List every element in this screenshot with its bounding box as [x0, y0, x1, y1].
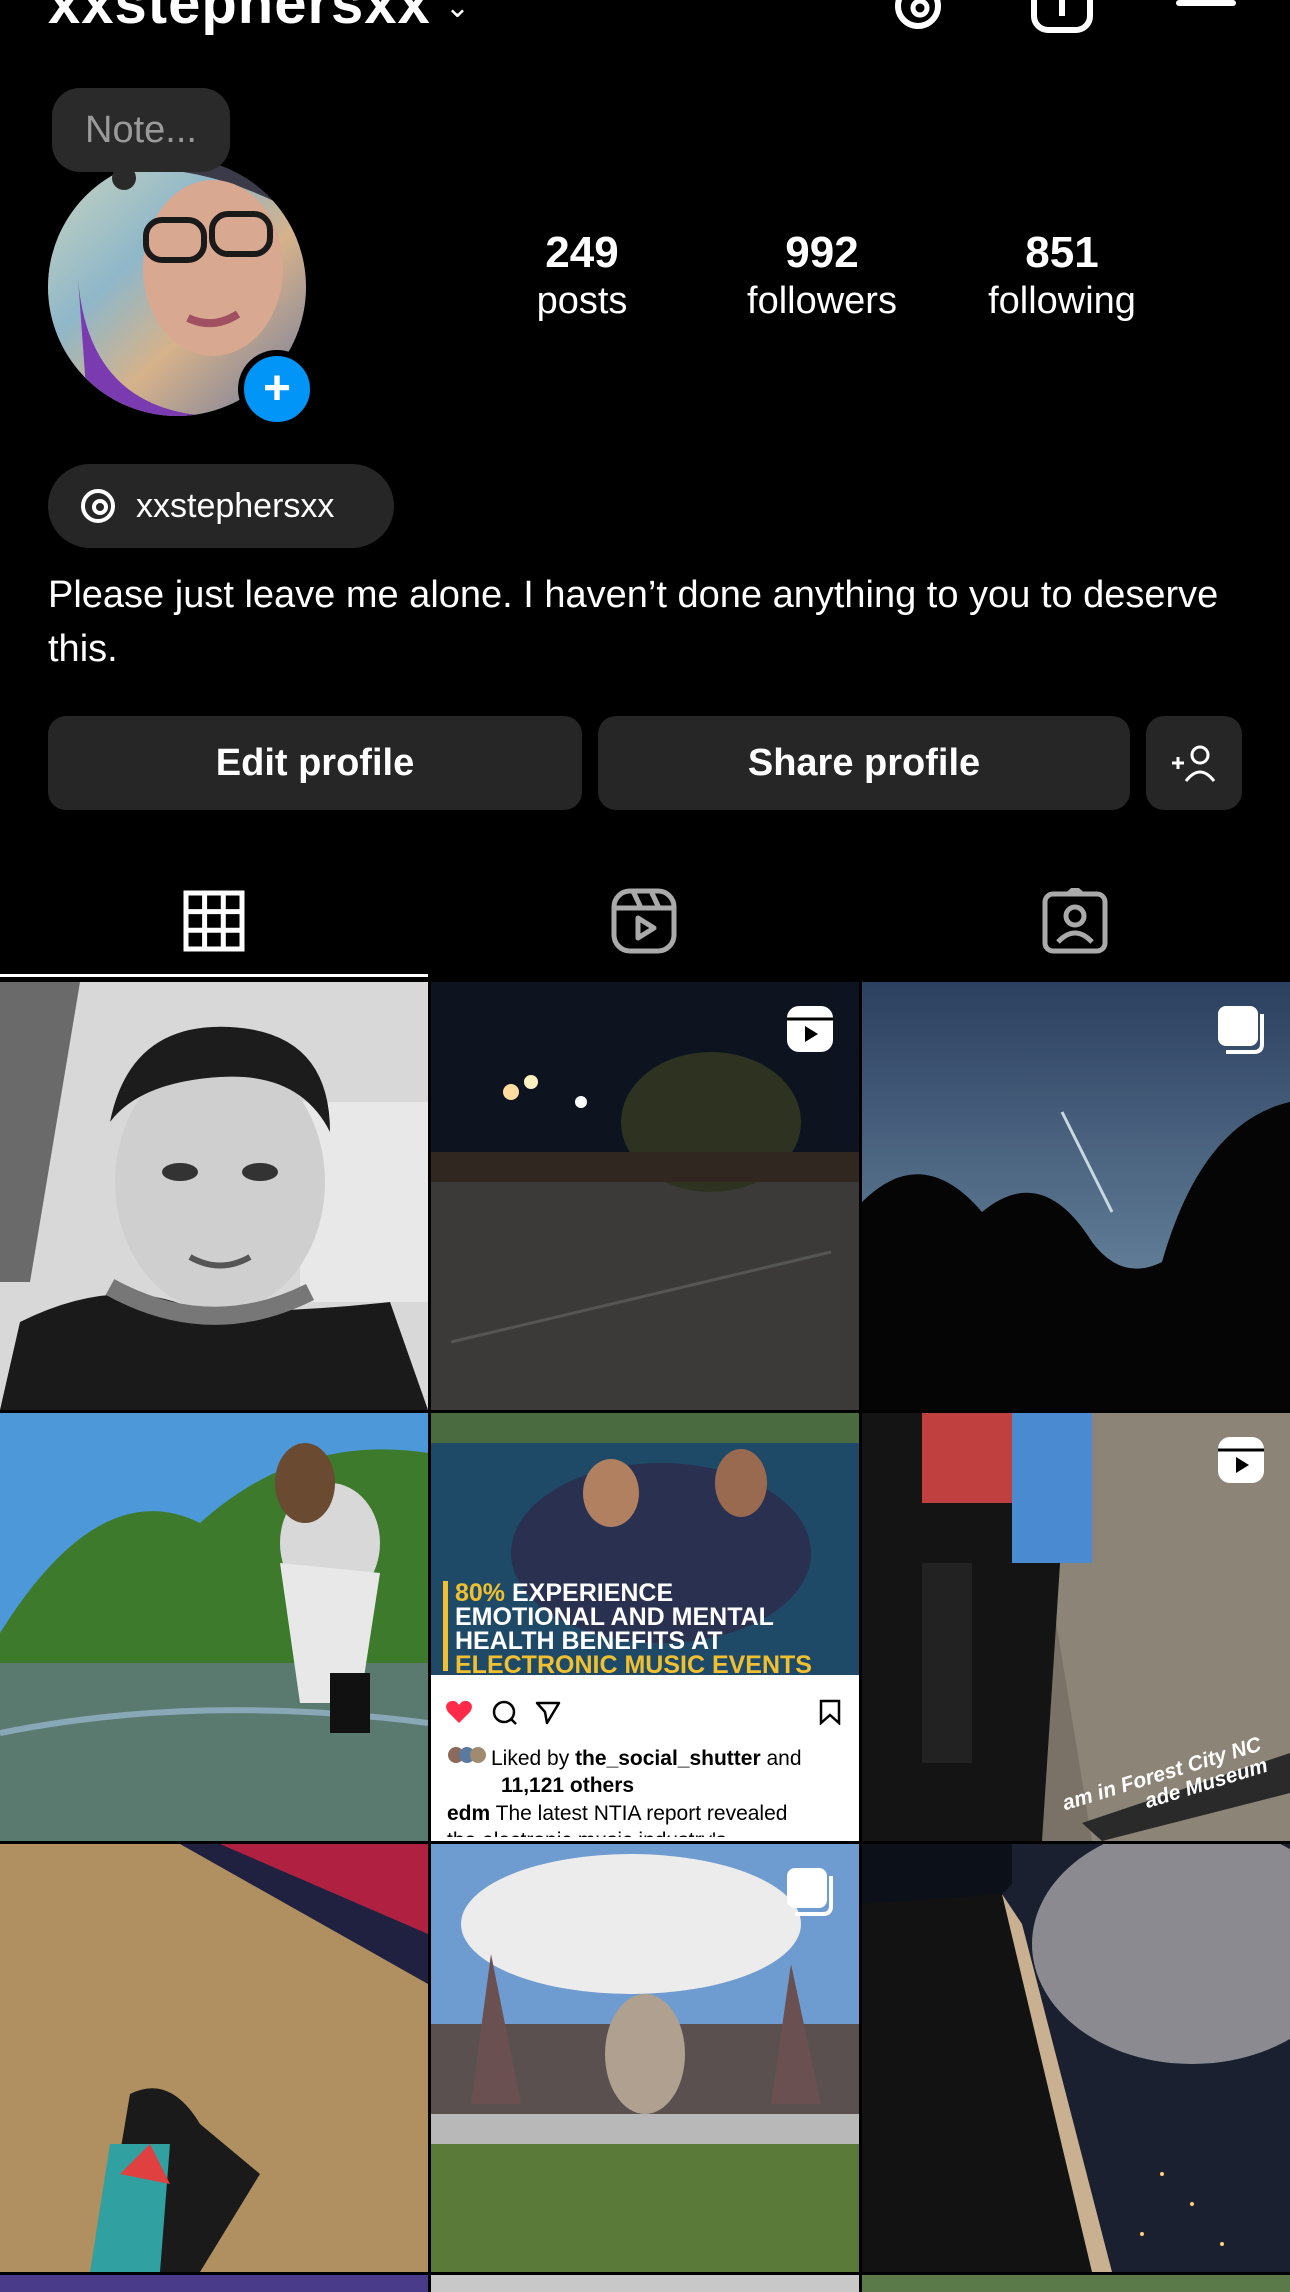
reels-icon — [611, 888, 677, 959]
grid-post-5-edm[interactable]: 80% EXPERIENCE EMOTIONAL AND MENTAL HEAL… — [431, 1413, 859, 1841]
add-story-button[interactable]: + — [238, 350, 316, 428]
active-tab-indicator — [0, 974, 428, 977]
stat-followers[interactable]: 992 followers — [712, 228, 932, 324]
share-icon — [535, 1699, 561, 1730]
stat-posts[interactable]: 249 posts — [472, 228, 692, 324]
likes-count: 11,121 others — [501, 1774, 635, 1797]
liked-by-user: the_social_shutter — [575, 1747, 761, 1770]
grid-post-3[interactable] — [862, 982, 1290, 1410]
liked-by-prefix: Liked by — [491, 1747, 576, 1770]
threads-icon[interactable] — [888, 0, 948, 40]
stat-value: 851 — [1025, 228, 1099, 277]
share-profile-label: Share profile — [747, 741, 981, 784]
carousel-icon — [785, 1866, 835, 1921]
username-title[interactable]: xxstephersxx ⌄ — [48, 0, 471, 37]
menu-icon[interactable] — [1176, 0, 1236, 40]
heart-icon — [445, 1699, 473, 1730]
note-placeholder: Note... — [85, 108, 197, 151]
stat-label: followers — [747, 279, 897, 322]
grid-post-10[interactable] — [0, 2275, 428, 2292]
add-person-icon — [1170, 743, 1218, 783]
bio-text: Please just leave me alone. I haven’t do… — [48, 574, 1219, 670]
liked-by-suffix: and — [760, 1747, 802, 1770]
tab-reels[interactable] — [430, 868, 858, 978]
stat-label: following — [988, 279, 1136, 322]
chevron-down-icon[interactable]: ⌄ — [445, 0, 471, 24]
reel-icon — [785, 1004, 835, 1059]
liker-avatars — [447, 1745, 491, 1772]
headline-line: EMOTIONAL AND MENTAL — [455, 1603, 774, 1631]
caption-text-cut: the electronic music industry's — [447, 1827, 847, 1837]
grid-post-8[interactable] — [431, 1844, 859, 2272]
caption-text: The latest NTIA report revealed — [490, 1802, 788, 1825]
username-text: xxstephersxx — [48, 0, 431, 36]
threads-handle: xxstephersxx — [136, 486, 335, 525]
caption-user: edm — [447, 1802, 491, 1825]
tab-grid[interactable] — [0, 868, 428, 978]
post-thumbnail — [862, 1844, 1290, 2272]
grid-post-9[interactable] — [862, 1844, 1290, 2272]
grid-post-12[interactable] — [862, 2275, 1290, 2292]
grid-post-11[interactable] — [431, 2275, 859, 2292]
headline-line: ELECTRONIC MUSIC EVENTS — [455, 1651, 812, 1679]
edm-likes: Liked by the_social_shutter and 11,121 o… — [447, 1745, 847, 1837]
create-post-icon[interactable] — [1030, 0, 1093, 40]
post-thumbnail — [0, 1844, 428, 2272]
grid-post-7[interactable] — [0, 1844, 428, 2272]
grid-post-4[interactable] — [0, 1413, 428, 1841]
comment-icon — [491, 1699, 517, 1730]
post-thumbnail — [0, 1413, 428, 1841]
share-profile-button[interactable]: Share profile — [598, 716, 1130, 810]
tagged-icon — [1042, 884, 1108, 959]
carousel-icon — [1216, 1004, 1266, 1059]
note-bubble[interactable]: Note... — [52, 88, 230, 190]
bookmark-icon — [819, 1699, 841, 1730]
edit-profile-label: Edit profile — [215, 741, 415, 784]
stat-label: posts — [536, 279, 628, 322]
plus-icon: + — [262, 362, 292, 415]
stat-value: 992 — [785, 228, 859, 277]
discover-people-button[interactable] — [1146, 716, 1242, 810]
edit-profile-button[interactable]: Edit profile — [48, 716, 582, 810]
post-action-bar — [445, 1699, 845, 1729]
headline-line: HEALTH BENEFITS AT — [455, 1627, 723, 1655]
stat-value: 249 — [545, 228, 619, 277]
edm-headline: 80% EXPERIENCE EMOTIONAL AND MENTAL HEAL… — [455, 1579, 812, 1679]
grid-post-6[interactable]: am in Forest City NC ade Museum — [862, 1413, 1290, 1841]
reel-icon — [1216, 1435, 1266, 1490]
grid-post-2[interactable] — [431, 982, 859, 1410]
grid-post-1[interactable] — [0, 982, 428, 1410]
tab-tagged[interactable] — [860, 868, 1290, 978]
grid-icon — [183, 890, 245, 957]
stat-following[interactable]: 851 following — [952, 228, 1172, 324]
post-thumbnail — [0, 982, 428, 1410]
threads-badge[interactable]: xxstephersxx — [48, 464, 394, 548]
threads-icon — [78, 486, 118, 526]
